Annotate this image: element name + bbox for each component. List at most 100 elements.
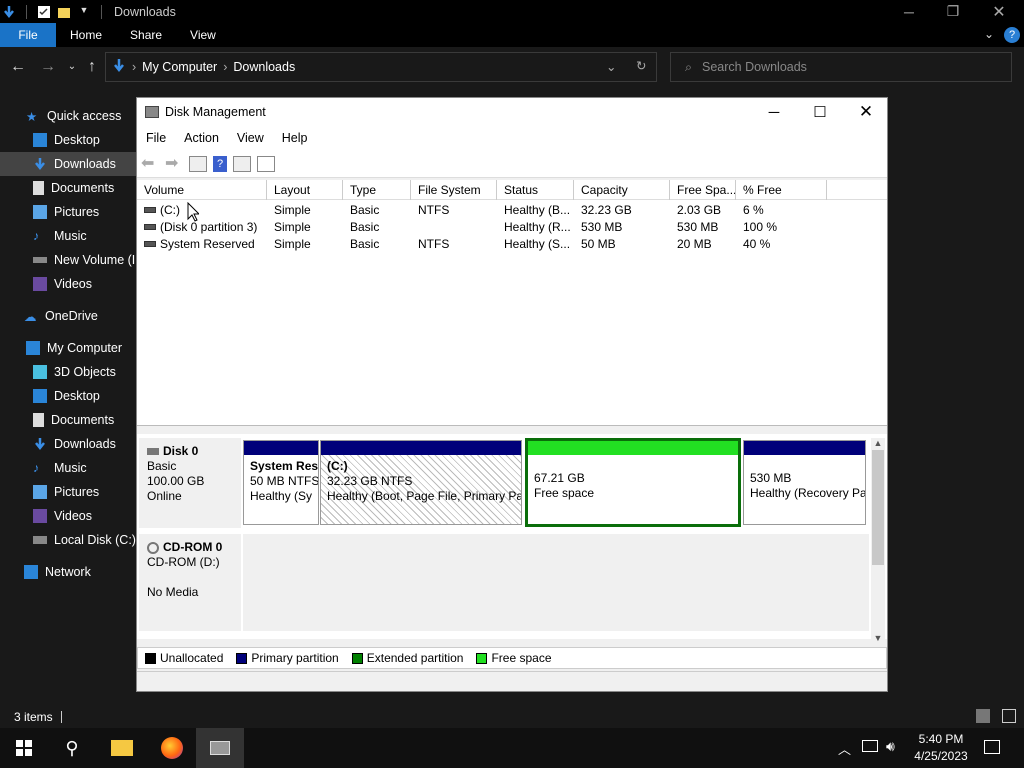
tab-home[interactable]: Home: [56, 23, 116, 47]
properties-icon[interactable]: [257, 155, 275, 172]
nav-quick-access[interactable]: ★ Quick access: [0, 104, 136, 128]
nav-documents[interactable]: Documents: [0, 176, 136, 200]
column-capacity[interactable]: Capacity: [574, 180, 670, 200]
nav-pictures[interactable]: Pictures: [0, 200, 136, 224]
column-volume[interactable]: Volume: [137, 180, 267, 200]
nav-pc-desktop[interactable]: Desktop: [0, 384, 136, 408]
breadcrumb-my-computer[interactable]: My Computer: [142, 60, 217, 74]
disk0-label[interactable]: Disk 0 Basic 100.00 GB Online: [139, 438, 241, 528]
dm-close-button[interactable]: ✕: [843, 98, 889, 126]
menu-help[interactable]: Help: [273, 131, 317, 145]
legend-free: Free space: [476, 651, 552, 665]
legend-swatch: [236, 652, 248, 664]
nav-pc-downloads[interactable]: Downloads: [0, 432, 136, 456]
nav-onedrive[interactable]: ☁ OneDrive: [0, 304, 136, 328]
firefox-taskbar-button[interactable]: [148, 728, 196, 768]
nav-new-volume[interactable]: New Volume (I:): [0, 248, 136, 272]
menu-file[interactable]: File: [137, 131, 175, 145]
details-view-icon[interactable]: [976, 709, 990, 723]
dropdown-chevron-icon[interactable]: ⌄: [606, 59, 616, 74]
nav-pc-music[interactable]: ♪ Music: [0, 456, 136, 480]
disk-management-taskbar-button[interactable]: [196, 728, 244, 768]
column-status[interactable]: Status: [497, 180, 574, 200]
new-folder-icon[interactable]: [57, 5, 71, 19]
nav-local-disk[interactable]: Local Disk (C:): [0, 528, 136, 552]
partition-recovery[interactable]: 530 MB Healthy (Recovery Pa: [743, 440, 866, 525]
cdrom-label[interactable]: CD-ROM 0 CD-ROM (D:) No Media: [139, 534, 241, 631]
tab-file[interactable]: File: [0, 23, 56, 47]
close-button[interactable]: ✕: [976, 0, 1022, 23]
forward-arrow-icon[interactable]: ➡: [165, 155, 183, 172]
column-layout[interactable]: Layout: [267, 180, 343, 200]
cell-capacity: 32.23 GB: [581, 202, 632, 217]
nav-network[interactable]: Network: [0, 560, 136, 584]
properties-icon[interactable]: [37, 5, 51, 19]
cell-pct: 6 %: [743, 202, 764, 217]
help-book-icon[interactable]: ?: [213, 155, 227, 172]
large-icons-view-icon[interactable]: [1002, 709, 1016, 723]
customize-chevron-icon[interactable]: ▼: [77, 5, 91, 19]
nav-desktop[interactable]: Desktop: [0, 128, 136, 152]
search-button[interactable]: ⚲: [48, 728, 96, 768]
partition-system-reserved[interactable]: System Res 50 MB NTFS Healthy (Sy: [243, 440, 319, 525]
dm-title: Disk Management: [165, 105, 266, 119]
nav-downloads[interactable]: Downloads: [0, 152, 136, 176]
dm-status-bar: [137, 671, 887, 691]
table-row[interactable]: (C:) Simple Basic NTFS Healthy (B... 32.23 GB…: [137, 201, 887, 218]
show-hidden-icons-icon[interactable]: ︿: [838, 739, 851, 758]
nav-pc-videos[interactable]: Videos: [0, 504, 136, 528]
address-bar[interactable]: › My Computer › Downloads ⌄ ↻: [105, 52, 657, 82]
back-arrow-icon[interactable]: ⬅: [141, 155, 159, 172]
clock[interactable]: 5:40 PM 4/25/2023: [908, 731, 974, 765]
table-row[interactable]: (Disk 0 partition 3) Simple Basic Healthy (…: [137, 218, 887, 235]
ribbon-expand-icon[interactable]: ⌄: [984, 27, 994, 41]
back-button[interactable]: ←: [8, 57, 28, 77]
search-box[interactable]: ⌕ Search Downloads: [670, 52, 1012, 82]
tab-share[interactable]: Share: [116, 23, 176, 47]
help-icon[interactable]: ?: [1004, 27, 1020, 43]
cell-layout: Simple: [274, 202, 311, 217]
volume-icon: [144, 207, 156, 214]
network-status-icon[interactable]: [862, 740, 878, 752]
refresh-icon[interactable]: ↻: [636, 58, 646, 73]
videos-icon: [33, 277, 47, 291]
nav-my-computer[interactable]: My Computer: [0, 336, 136, 360]
partition-free-space[interactable]: 67.21 GB Free space: [525, 438, 741, 527]
column-type[interactable]: Type: [343, 180, 411, 200]
graph-scrollbar[interactable]: ▲ ▼: [871, 438, 885, 643]
file-explorer-taskbar-button[interactable]: [98, 728, 146, 768]
nav-music[interactable]: ♪ Music: [0, 224, 136, 248]
console-tree-icon[interactable]: [189, 155, 207, 172]
nav-pc-documents[interactable]: Documents: [0, 408, 136, 432]
up-button[interactable]: ↑: [82, 57, 102, 77]
action-pane-icon[interactable]: [233, 155, 251, 172]
nav-3d-objects[interactable]: 3D Objects: [0, 360, 136, 384]
tab-view[interactable]: View: [176, 23, 230, 47]
download-arrow-icon[interactable]: [2, 5, 16, 19]
nav-videos[interactable]: Videos: [0, 272, 136, 296]
column-file-system[interactable]: File System: [411, 180, 497, 200]
table-row[interactable]: System Reserved Simple Basic NTFS Healthy (S…: [137, 235, 887, 252]
download-icon: [33, 437, 47, 451]
maximize-button[interactable]: ❐: [930, 0, 976, 23]
menu-view[interactable]: View: [228, 131, 273, 145]
breadcrumb-downloads[interactable]: Downloads: [233, 60, 295, 74]
forward-button[interactable]: →: [38, 57, 58, 77]
search-icon: ⚲: [65, 737, 79, 758]
nav-pc-pictures[interactable]: Pictures: [0, 480, 136, 504]
minimize-button[interactable]: ─: [886, 0, 932, 23]
recent-locations-icon[interactable]: ⌄: [62, 57, 82, 77]
column-free-space[interactable]: Free Spa...: [670, 180, 736, 200]
navigation-pane: ★ Quick access Desktop Downloads Document…: [0, 100, 136, 600]
notifications-icon[interactable]: [984, 740, 1000, 754]
partition-c[interactable]: (C:) 32.23 GB NTFS Healthy (Boot, Page Fil…: [320, 440, 522, 525]
cell-pct: 40 %: [743, 236, 771, 251]
start-button[interactable]: [0, 728, 48, 768]
dm-maximize-button[interactable]: ☐: [797, 98, 843, 126]
menu-action[interactable]: Action: [175, 131, 228, 145]
dm-minimize-button[interactable]: ─: [751, 98, 797, 126]
volume-icon[interactable]: 🔊︎: [886, 738, 895, 755]
column-percent-free[interactable]: % Free: [736, 180, 827, 200]
volume-list-header: Volume Layout Type File System Status Ca…: [137, 180, 887, 200]
cell-status: Healthy (S...: [504, 236, 571, 251]
